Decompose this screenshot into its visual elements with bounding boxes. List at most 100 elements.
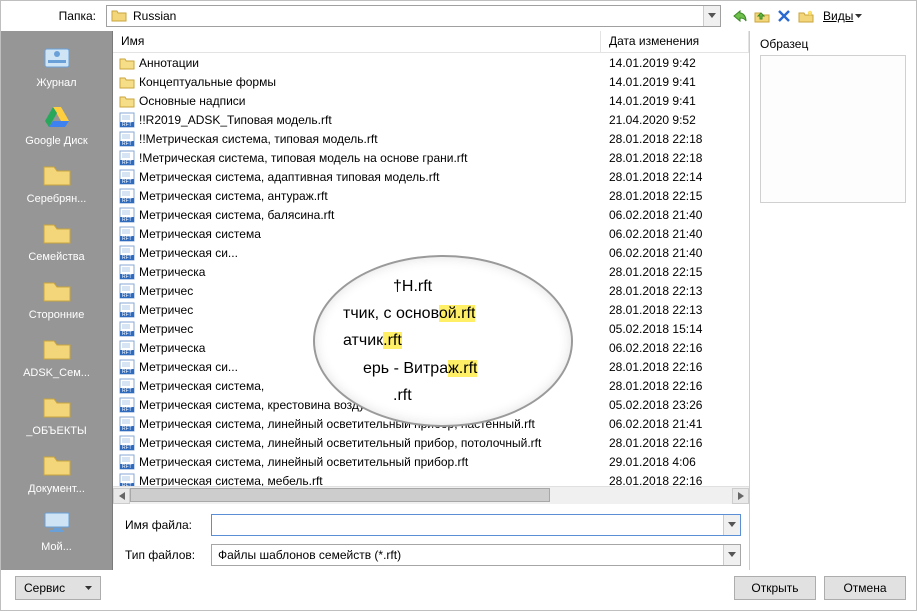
folder-icon xyxy=(40,331,74,365)
place-item[interactable]: Документ... xyxy=(12,443,102,499)
folder-path-text: Russian xyxy=(131,9,703,23)
file-row[interactable]: RFT!!Метрическая система, типовая модель… xyxy=(113,129,749,148)
folder-icon xyxy=(40,273,74,307)
place-item[interactable]: _ОБЪЕКТЫ xyxy=(12,385,102,441)
folder-icon xyxy=(40,389,74,423)
places-bar[interactable]: ЖурналGoogle Диск Серебрян... Семейства Сто… xyxy=(1,31,113,570)
tools-button[interactable]: Сервис xyxy=(15,576,101,600)
folder-icon xyxy=(40,157,74,191)
file-name: !Метрическая система, типовая модель на … xyxy=(139,151,467,165)
file-row[interactable]: Аннотации 14.01.2019 9:42 xyxy=(113,53,749,72)
file-date: 28.01.2018 22:16 xyxy=(601,360,749,374)
file-row[interactable]: Основные надписи14.01.2019 9:41 xyxy=(113,91,749,110)
preview-box xyxy=(760,55,906,203)
chevron-down-icon[interactable] xyxy=(723,545,740,565)
svg-text:RFT: RFT xyxy=(122,122,132,128)
delete-icon[interactable] xyxy=(775,7,793,25)
folder-icon xyxy=(40,215,74,249)
journal-icon xyxy=(40,41,74,75)
file-row[interactable]: RFTМетрическая система, антураж.rft28.01… xyxy=(113,186,749,205)
folder-path-dropdown[interactable]: Russian xyxy=(106,5,721,27)
file-name: Метричес xyxy=(139,284,193,298)
svg-text:RFT: RFT xyxy=(122,350,132,356)
scroll-right-icon[interactable] xyxy=(732,488,749,504)
chevron-down-icon[interactable] xyxy=(723,515,740,535)
place-item[interactable]: Мой... xyxy=(12,501,102,557)
gdrive-icon xyxy=(40,99,74,133)
place-item[interactable]: Журнал xyxy=(12,37,102,93)
place-item[interactable]: Серебрян... xyxy=(12,153,102,209)
column-name[interactable]: Имя xyxy=(113,31,601,52)
place-item[interactable]: ADSK_Сем... xyxy=(12,327,102,383)
place-item[interactable]: Сторонние xyxy=(12,269,102,325)
folder-label: Папка: xyxy=(7,9,102,23)
filename-label: Имя файла: xyxy=(121,518,205,532)
svg-text:RFT: RFT xyxy=(122,179,132,185)
file-name: Метрическая система, балясина.rft xyxy=(139,208,334,222)
svg-text:RFT: RFT xyxy=(122,160,132,166)
file-row[interactable]: RFTМетрическая система06.02.2018 21:40 xyxy=(113,224,749,243)
horizontal-scrollbar[interactable] xyxy=(113,486,749,504)
file-date: 28.01.2018 22:15 xyxy=(601,265,749,279)
filetype-combo[interactable]: Файлы шаблонов семейств (*.rft) xyxy=(211,544,741,566)
file-date: 06.02.2018 21:40 xyxy=(601,246,749,260)
rft-icon: RFT xyxy=(119,378,135,394)
file-list[interactable]: Имя Дата изменения Аннотации 14.01.2019 9… xyxy=(113,31,749,486)
file-row[interactable]: RFTМетрическая система, балясина.rft06.0… xyxy=(113,205,749,224)
place-item[interactable]: Google Диск xyxy=(12,95,102,151)
file-row[interactable]: RFT !!R2019_ADSK_Типовая модель.rft 21.04.… xyxy=(113,110,749,129)
scroll-track[interactable] xyxy=(130,488,732,504)
file-row[interactable]: RFTМетрическая система, линейный осветит… xyxy=(113,433,749,452)
place-label: Сторонние xyxy=(29,309,85,321)
file-date: 28.01.2018 22:18 xyxy=(601,151,749,165)
rft-icon: RFT xyxy=(119,131,135,147)
cancel-button[interactable]: Отмена xyxy=(824,576,906,600)
new-folder-icon[interactable] xyxy=(797,7,815,25)
file-date: 29.01.2018 4:06 xyxy=(601,455,749,469)
file-row[interactable]: RFT Метрическая система, адаптивная типов… xyxy=(113,167,749,186)
place-label: Серебрян... xyxy=(27,193,87,205)
toolbar-icons xyxy=(731,7,815,25)
back-icon[interactable] xyxy=(731,7,749,25)
file-row[interactable]: Концептуальные формы14.01.2019 9:41 xyxy=(113,72,749,91)
file-name: Метрическая система, линейный осветитель… xyxy=(139,455,468,469)
rft-icon: RFT xyxy=(119,283,135,299)
views-menu[interactable]: Виды xyxy=(823,9,862,23)
rft-icon: RFT xyxy=(119,112,135,128)
filename-combo[interactable] xyxy=(211,514,741,536)
file-name: Метрическая система, линейный осветитель… xyxy=(139,436,541,450)
file-date: 28.01.2018 22:16 xyxy=(601,379,749,393)
svg-text:RFT: RFT xyxy=(122,388,132,394)
file-row[interactable]: RFT !Метрическая система, типовая модель … xyxy=(113,148,749,167)
svg-text:RFT: RFT xyxy=(122,331,132,337)
svg-text:RFT: RFT xyxy=(122,274,132,280)
file-name: Метрическая система, адаптивная типовая … xyxy=(139,170,439,184)
open-button[interactable]: Открыть xyxy=(734,576,816,600)
up-folder-icon[interactable] xyxy=(753,7,771,25)
column-date[interactable]: Дата изменения xyxy=(601,31,749,52)
file-name: Аннотации xyxy=(139,56,199,70)
file-name: Метрическая система, антураж.rft xyxy=(139,189,328,203)
file-date: 14.01.2019 9:42 xyxy=(601,56,749,70)
file-name: !!R2019_ADSK_Типовая модель.rft xyxy=(139,113,332,127)
file-row[interactable]: RFTМетрическая система, линейный осветит… xyxy=(113,452,749,471)
file-date: 06.02.2018 21:40 xyxy=(601,208,749,222)
place-label: Семейства xyxy=(28,251,84,263)
place-item[interactable]: Семейства xyxy=(12,211,102,267)
file-name: Метрическая си... xyxy=(139,360,238,374)
scroll-left-icon[interactable] xyxy=(113,488,130,504)
preview-label: Образец xyxy=(760,37,906,51)
place-label: Мой... xyxy=(41,541,72,553)
file-name: Метрическая система, мебель.rft xyxy=(139,474,323,487)
file-date: 14.01.2019 9:41 xyxy=(601,94,749,108)
svg-text:RFT: RFT xyxy=(122,369,132,375)
file-open-dialog: Папка: Russian Виды xyxy=(0,0,917,611)
file-row[interactable]: RFTМетрическая система, мебель.rft28.01.… xyxy=(113,471,749,486)
file-name: Концептуальные формы xyxy=(139,75,276,89)
file-name: Метричес xyxy=(139,303,193,317)
chevron-down-icon[interactable] xyxy=(703,6,720,26)
filename-input[interactable] xyxy=(212,515,723,535)
file-date: 21.04.2020 9:52 xyxy=(601,113,749,127)
file-name: Метрическа xyxy=(139,341,205,355)
scroll-thumb[interactable] xyxy=(130,488,550,502)
